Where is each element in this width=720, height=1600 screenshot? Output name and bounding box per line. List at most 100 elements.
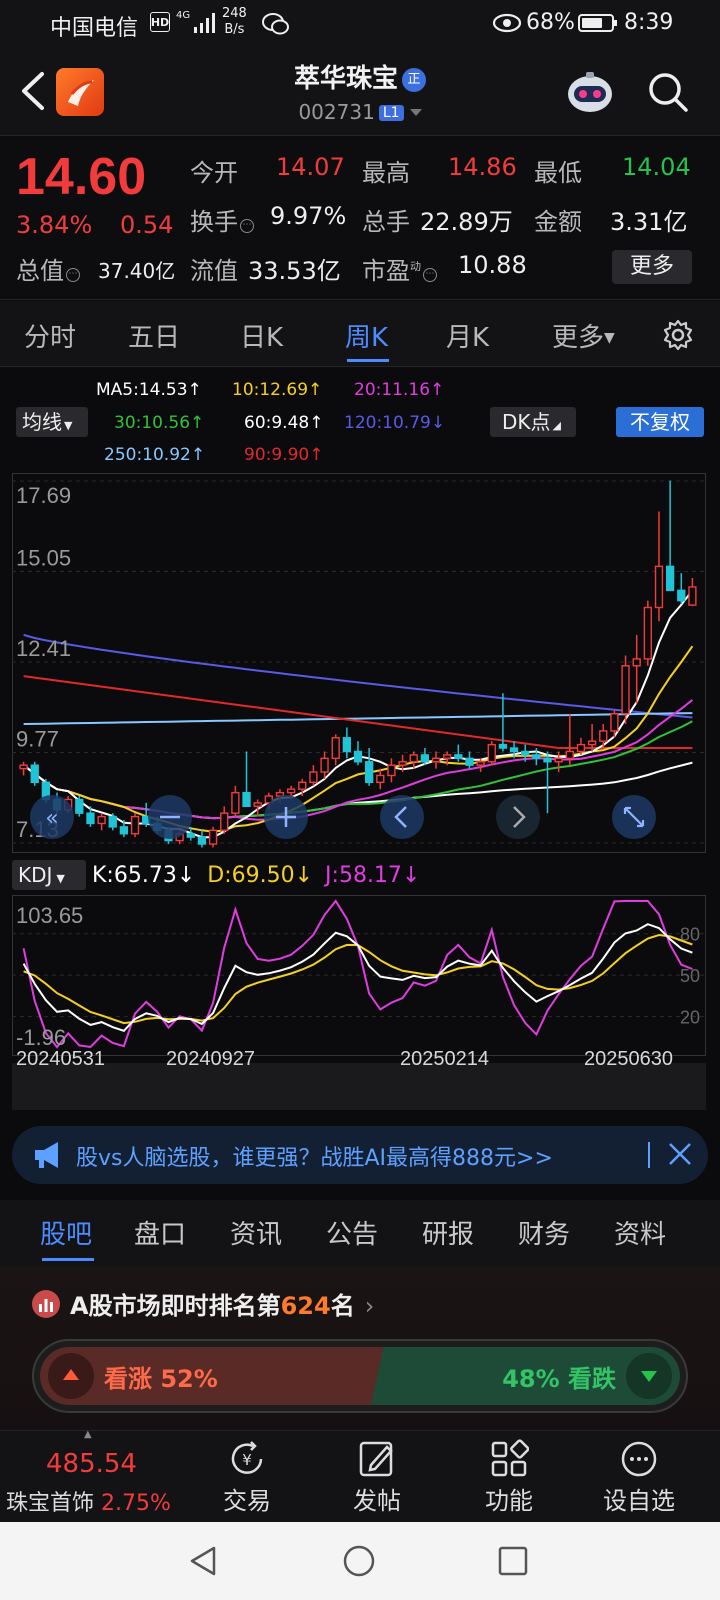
- candle-body: [320, 757, 329, 773]
- kdj-k-value: K:65.73↓: [92, 862, 196, 888]
- indicator-selector[interactable]: KDJ ▼: [12, 860, 86, 890]
- tab-news[interactable]: 资讯: [230, 1214, 282, 1251]
- ma-selector[interactable]: 均线 ▼: [16, 407, 88, 437]
- ma20-value: 20:11.16↑: [354, 380, 445, 400]
- grid-icon: [491, 1439, 529, 1477]
- chart-frame: [12, 473, 706, 853]
- pe-label: 市盈动⋯: [362, 251, 439, 286]
- candle-body: [521, 750, 530, 756]
- candle-body: [220, 812, 229, 832]
- candle-body: [610, 713, 619, 732]
- trade-button[interactable]: ¥ 交易: [202, 1439, 292, 1516]
- tab-weekly-k[interactable]: 周K: [345, 317, 388, 354]
- last-price: 14.60: [16, 148, 147, 206]
- active-tab-indicator: [347, 359, 389, 362]
- info-dots-icon: ⋯: [423, 268, 437, 282]
- add-watchlist-button[interactable]: 设自选: [594, 1439, 684, 1516]
- candle-body: [565, 750, 574, 760]
- turnover-value: 9.97%: [270, 202, 347, 230]
- tab-profile[interactable]: 资料: [614, 1214, 666, 1251]
- candle-body: [576, 743, 586, 753]
- caret-down-icon: ▼: [604, 330, 615, 346]
- corner-icon: ◢: [552, 419, 561, 432]
- mktcap-value: 37.40亿: [98, 259, 176, 283]
- fullscreen-button[interactable]: [612, 795, 656, 839]
- promo-banner[interactable]: 股vs人脑选股，谁更强？战胜AI最高得888元>>: [12, 1126, 708, 1184]
- chart-period-tabs: 分时 五日 日K 周K 月K 更多▼: [0, 301, 720, 367]
- candle-body: [242, 791, 251, 808]
- tab-pankou[interactable]: 盘口: [134, 1214, 186, 1251]
- candle-body: [387, 764, 396, 777]
- nav-home-icon[interactable]: [342, 1544, 376, 1578]
- change-amount: 0.54: [120, 211, 174, 239]
- zoom-in-button[interactable]: [264, 795, 308, 839]
- market-rank[interactable]: A股市场即时排名第624名 ›: [70, 1286, 374, 1321]
- tab-more[interactable]: 更多▼: [552, 317, 615, 354]
- tab-guba[interactable]: 股吧: [40, 1214, 92, 1251]
- candle-body: [498, 743, 508, 749]
- system-nav-bar: [0, 1522, 720, 1600]
- vote-up-button[interactable]: [48, 1353, 94, 1399]
- ranking-vote-panel: A股市场即时排名第624名 › 看涨 52% 48% 看跌: [0, 1266, 720, 1430]
- promo-text: 股vs人脑选股，谁更强？战胜AI最高得888元>>: [76, 1146, 553, 1171]
- low-label: 最低: [534, 159, 582, 187]
- date-label: 20250630: [584, 1048, 673, 1070]
- mktcap-label: 总值 ⋯: [16, 251, 82, 286]
- candle-body: [454, 754, 463, 760]
- candle-body: [409, 754, 418, 763]
- price-tick: 9.77: [16, 727, 59, 752]
- candle-body: [309, 771, 318, 784]
- kdj-chart[interactable]: 80 50 20 103.65 -1.96 20240531 20240927 202502…: [12, 895, 706, 1110]
- adjust-mode-button[interactable]: 不复权: [616, 407, 704, 437]
- search-icon[interactable]: [646, 70, 690, 114]
- sector-index-name: 珠宝首饰 2.75%: [6, 1491, 171, 1516]
- tab-intraday[interactable]: 分时: [24, 317, 76, 354]
- bottom-toolbar: ▲ 485.54 珠宝首饰 2.75% ¥ 交易 发帖 功能 设自选: [0, 1429, 720, 1522]
- vote-down-label: 48% 看跌: [502, 1365, 616, 1393]
- zoom-out-button[interactable]: [148, 795, 192, 839]
- candle-body: [665, 565, 675, 592]
- ma250-value: 250:10.92↑: [104, 445, 206, 465]
- candlestick-chart[interactable]: 17.6915.0512.419.777.13 «: [12, 473, 706, 853]
- ma60-value: 60:9.48↑: [244, 413, 324, 433]
- candle-body: [364, 761, 374, 784]
- ma-lines: [22, 589, 694, 839]
- tab-daily-k[interactable]: 日K: [240, 317, 283, 354]
- status-bar: 中国电信 HD 4G 248 B/s 68% 8:39: [0, 0, 720, 48]
- candle-body: [654, 565, 664, 609]
- caret-down-icon: ▼: [56, 872, 65, 885]
- high-value: 14.86: [448, 153, 517, 181]
- quote-panel: 14.60 3.84% 0.54 今开 14.07 最高 14.86 最低 14…: [0, 137, 720, 300]
- edit-icon: [359, 1441, 393, 1477]
- more-quote-button[interactable]: 更多: [612, 250, 692, 284]
- caret-up-icon: ▲: [84, 1429, 92, 1440]
- tab-finance[interactable]: 财务: [518, 1214, 570, 1251]
- scroll-left-button[interactable]: [380, 795, 424, 839]
- close-icon[interactable]: [662, 1136, 698, 1172]
- candle-body: [587, 740, 597, 746]
- robot-assistant-icon[interactable]: [564, 68, 616, 116]
- info-dots-icon: ⋯: [240, 219, 254, 233]
- dk-point-button[interactable]: DK点 ◢: [490, 407, 576, 437]
- gear-icon[interactable]: [662, 319, 694, 351]
- stock-header: 萃华珠宝正 002731 L1: [0, 48, 720, 136]
- nav-back-icon[interactable]: [186, 1544, 220, 1578]
- sentiment-vote-bar: 看涨 52% 48% 看跌: [32, 1339, 688, 1413]
- candle-body: [298, 781, 307, 790]
- scroll-left-fast-button[interactable]: «: [30, 795, 74, 839]
- vote-down-button[interactable]: [626, 1353, 672, 1399]
- tab-research[interactable]: 研报: [422, 1214, 474, 1251]
- nav-recents-icon[interactable]: [496, 1544, 530, 1578]
- candle-body: [19, 764, 28, 770]
- candle-body: [97, 815, 106, 825]
- post-button[interactable]: 发帖: [332, 1439, 422, 1516]
- scroll-right-button[interactable]: [496, 795, 540, 839]
- tab-five-day[interactable]: 五日: [128, 317, 180, 354]
- candle-body: [476, 761, 485, 766]
- functions-button[interactable]: 功能: [464, 1439, 554, 1516]
- candle-body: [431, 757, 441, 763]
- caret-down-icon: ▼: [64, 419, 73, 432]
- kdj-legend: KDJ ▼ K:65.73↓ D:69.50↓ J:58.17↓: [12, 860, 420, 890]
- tab-monthly-k[interactable]: 月K: [446, 317, 489, 354]
- tab-announcement[interactable]: 公告: [326, 1214, 378, 1251]
